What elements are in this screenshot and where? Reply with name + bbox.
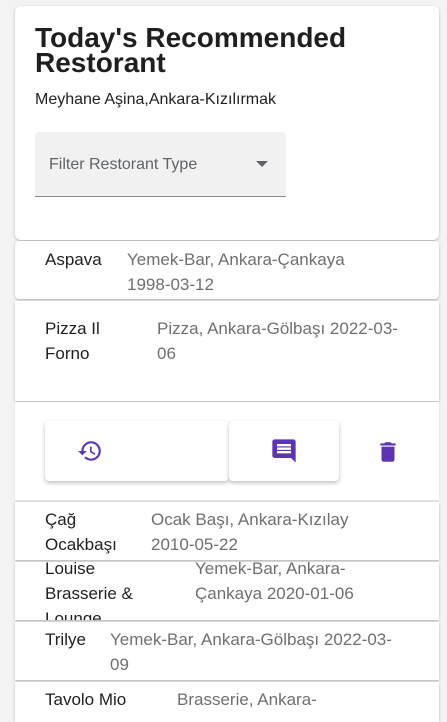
list-item[interactable]: Louise Brasserie & Lounge Yemek-Bar, Ank… (15, 562, 439, 620)
list-item[interactable]: Aspava Yemek-Bar, Ankara-Çankaya 1998-03… (15, 241, 439, 299)
history-button[interactable] (45, 421, 229, 481)
restaurant-name: Çağ Ocakbaşı (45, 510, 117, 554)
restaurant-info: Yemek-Bar, Ankara-Çankaya 2020-01-06 (195, 562, 354, 603)
comment-button[interactable] (229, 421, 339, 481)
restaurant-name: Trilye (45, 630, 86, 649)
list-item[interactable]: Pizza Il Forno Pizza, Ankara-Gölbaşı 202… (15, 301, 439, 401)
restaurant-name: Louise Brasserie & Lounge (45, 562, 133, 620)
history-icon (77, 438, 103, 464)
restaurant-info: Ocak Başı, Ankara-Kızılay 2010-05-22 (151, 510, 349, 554)
header-card: Today's Recommended Restorant Meyhane Aş… (15, 6, 439, 240)
list-item[interactable]: Çağ Ocakbaşı Ocak Başı, Ankara-Kızılay 2… (15, 502, 439, 560)
filter-label: Filter Restorant Type (49, 156, 198, 173)
restaurant-info: Pizza, Ankara-Gölbaşı 2022-03-06 (157, 319, 398, 363)
list-item[interactable]: Trilye Yemek-Bar, Ankara-Gölbaşı 2022-03… (15, 622, 439, 680)
restaurant-name: Pizza Il Forno (45, 319, 100, 363)
item-actions (15, 402, 439, 500)
recommended-restaurant: Meyhane Aşina,Ankara-Kızılırmak (35, 91, 276, 108)
delete-button[interactable] (375, 439, 401, 465)
filter-restaurant-type-select[interactable]: Filter Restorant Type (35, 132, 286, 197)
comment-icon (270, 437, 298, 465)
restaurant-name: Tavolo Mio (45, 690, 127, 709)
delete-icon (375, 439, 401, 465)
restaurant-info: Yemek-Bar, Ankara-Çankaya 1998-03-12 (127, 250, 345, 294)
list-item[interactable]: Tavolo Mio Brasserie, Ankara- (15, 682, 439, 722)
restaurant-name: Aspava (45, 250, 102, 269)
restaurant-info: Brasserie, Ankara- (177, 690, 317, 709)
page-title: Today's Recommended Restorant (35, 22, 347, 78)
dropdown-arrow-icon (256, 161, 268, 167)
restaurant-info: Yemek-Bar, Ankara-Gölbaşı 2022-03-09 (110, 630, 392, 674)
